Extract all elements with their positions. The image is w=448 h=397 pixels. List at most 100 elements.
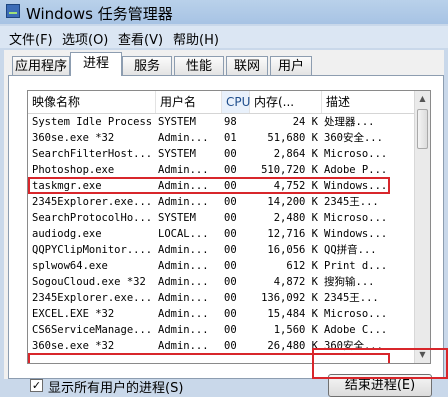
sort-arrow-icon: ^: [233, 90, 241, 98]
table-row[interactable]: QQPYClipMonitor.... Admin... 00 16,056 K QQ拼…: [28, 242, 414, 258]
cell-cpu: 00: [224, 292, 237, 304]
cell-memory: 2,480 K: [273, 212, 318, 224]
menu-help[interactable]: 帮助(H): [173, 29, 219, 48]
process-list[interactable]: 映像名称 用户名 ^ CPU 内存(... 描述 System Idle Pro…: [27, 90, 431, 364]
menu-view[interactable]: 查看(V): [118, 29, 163, 48]
cell-description: Print d...: [324, 260, 388, 272]
cell-image-name: EXCEL.EXE *32: [32, 308, 115, 320]
cell-description: Adobe P...: [324, 164, 388, 176]
tab-applications[interactable]: 应用程序: [12, 56, 70, 75]
column-memory[interactable]: 内存(...: [250, 91, 322, 113]
scroll-up-icon[interactable]: ▲: [415, 91, 430, 107]
cell-image-name: SogouCloud.exe *32: [32, 276, 146, 288]
cell-image-name: splwow64.exe: [32, 260, 108, 272]
tab-networking[interactable]: 联网: [226, 56, 268, 75]
cell-cpu: 00: [224, 148, 237, 160]
cell-description: 2345王...: [324, 196, 379, 208]
cell-description: Windows...: [324, 180, 388, 192]
cell-cpu: 98: [224, 116, 237, 128]
cell-cpu: 00: [224, 340, 237, 352]
cell-cpu: 00: [224, 276, 237, 288]
highlight-cs6-row: [28, 353, 390, 363]
cell-memory: 51,680 K: [267, 132, 318, 144]
cell-memory: 612 K: [286, 260, 318, 272]
table-row[interactable]: System Idle Process SYSTEM 98 24 K 处理器...: [28, 114, 414, 130]
tab-users[interactable]: 用户: [270, 56, 312, 75]
cell-cpu: 00: [224, 228, 237, 240]
cell-memory: 14,200 K: [267, 196, 318, 208]
cell-memory: 24 K: [292, 116, 318, 128]
cell-user-name: Admin...: [158, 164, 209, 176]
column-header-row: 映像名称 用户名 ^ CPU 内存(... 描述: [28, 91, 414, 114]
cell-cpu: 00: [224, 180, 237, 192]
cell-user-name: Admin...: [158, 180, 209, 192]
cell-memory: 1,560 K: [273, 324, 318, 336]
table-row[interactable]: audiodg.exe LOCAL... 00 12,716 K Windows...: [28, 226, 414, 242]
show-all-users-checkbox[interactable]: ✓: [30, 379, 43, 392]
vertical-scrollbar[interactable]: ▲ ▼: [414, 91, 430, 363]
cell-memory: 4,752 K: [273, 180, 318, 192]
menu-options[interactable]: 选项(O): [62, 29, 108, 48]
table-row[interactable]: 360se.exe *32 Admin... 00 26,480 K 360安全...: [28, 338, 414, 354]
cell-cpu: 00: [224, 244, 237, 256]
cell-user-name: Admin...: [158, 244, 209, 256]
cell-memory: 15,484 K: [267, 308, 318, 320]
cell-description: Microso...: [324, 148, 388, 160]
cell-user-name: Admin...: [158, 276, 209, 288]
cell-user-name: Admin...: [158, 324, 209, 336]
table-row[interactable]: EXCEL.EXE *32 Admin... 00 15,484 K Microso..…: [28, 306, 414, 322]
table-row[interactable]: taskmgr.exe Admin... 00 4,752 K Windows...: [28, 178, 414, 194]
cell-image-name: audiodg.exe: [32, 228, 102, 240]
table-row[interactable]: 360se.exe *32 Admin... 01 51,680 K 360安全...: [28, 130, 414, 146]
tab-performance[interactable]: 性能: [174, 56, 224, 75]
tab-services[interactable]: 服务: [122, 56, 172, 75]
column-cpu[interactable]: ^ CPU: [222, 91, 250, 113]
cell-image-name: 2345Explorer.exe...: [32, 292, 153, 304]
cell-image-name: 2345Explorer.exe...: [32, 196, 153, 208]
title-bar[interactable]: Windows 任务管理器: [0, 0, 448, 24]
table-row[interactable]: 2345Explorer.exe... Admin... 00 14,200 K 234…: [28, 194, 414, 210]
scroll-thumb[interactable]: [417, 109, 428, 149]
cell-image-name: QQPYClipMonitor....: [32, 244, 153, 256]
cell-user-name: SYSTEM: [158, 212, 196, 224]
cell-user-name: SYSTEM: [158, 148, 196, 160]
cell-memory: 136,092 K: [261, 292, 318, 304]
cell-cpu: 00: [224, 212, 237, 224]
menu-bar: 文件(F) 选项(O) 查看(V) 帮助(H): [0, 26, 448, 48]
cell-cpu: 00: [224, 324, 237, 336]
table-row[interactable]: SearchFilterHost... SYSTEM 00 2,864 K Micros…: [28, 146, 414, 162]
processes-panel: 映像名称 用户名 ^ CPU 内存(... 描述 System Idle Pro…: [8, 75, 444, 397]
cell-memory: 12,716 K: [267, 228, 318, 240]
end-process-button[interactable]: 结束进程(E): [328, 374, 432, 397]
cell-cpu: 00: [224, 260, 237, 272]
table-row[interactable]: splwow64.exe Admin... 00 612 K Print d...: [28, 258, 414, 274]
cell-image-name: 360se.exe *32: [32, 132, 115, 144]
table-row[interactable]: 2345Explorer.exe... Admin... 00 136,092 K 23…: [28, 290, 414, 306]
cell-image-name: 360se.exe *32: [32, 340, 115, 352]
cell-user-name: SYSTEM: [158, 116, 196, 128]
cell-user-name: Admin...: [158, 292, 209, 304]
table-row[interactable]: SogouCloud.exe *32 Admin... 00 4,872 K 搜狗输..…: [28, 274, 414, 290]
cell-image-name: CS6ServiceManage...: [32, 324, 153, 336]
cell-user-name: Admin...: [158, 196, 209, 208]
cell-memory: 26,480 K: [267, 340, 318, 352]
cell-cpu: 00: [224, 196, 237, 208]
column-description[interactable]: 描述: [322, 91, 414, 113]
scroll-down-icon[interactable]: ▼: [415, 347, 430, 363]
table-row[interactable]: CS6ServiceManage... Admin... 00 1,560 K Adob…: [28, 322, 414, 338]
tab-processes[interactable]: 进程: [70, 52, 122, 76]
cell-cpu: 00: [224, 308, 237, 320]
cell-description: Microso...: [324, 212, 388, 224]
task-manager-icon: [6, 4, 20, 18]
cell-description: 处理器...: [324, 116, 375, 128]
column-image-name[interactable]: 映像名称: [28, 91, 156, 113]
show-all-users-label: 显示所有用户的进程(S): [48, 381, 184, 396]
column-user-name[interactable]: 用户名: [156, 91, 222, 113]
table-row[interactable]: SearchProtocolHo... SYSTEM 00 2,480 K Micros…: [28, 210, 414, 226]
window-body: 应用程序 进程 服务 性能 联网 用户 映像名称 用户名 ^ CPU 内存(..…: [4, 50, 444, 397]
menu-file[interactable]: 文件(F): [9, 29, 53, 48]
table-row[interactable]: Photoshop.exe Admin... 00 510,720 K Adobe P.…: [28, 162, 414, 178]
cell-image-name: Photoshop.exe: [32, 164, 115, 176]
cell-memory: 4,872 K: [273, 276, 318, 288]
cell-description: 360安全...: [324, 340, 383, 352]
